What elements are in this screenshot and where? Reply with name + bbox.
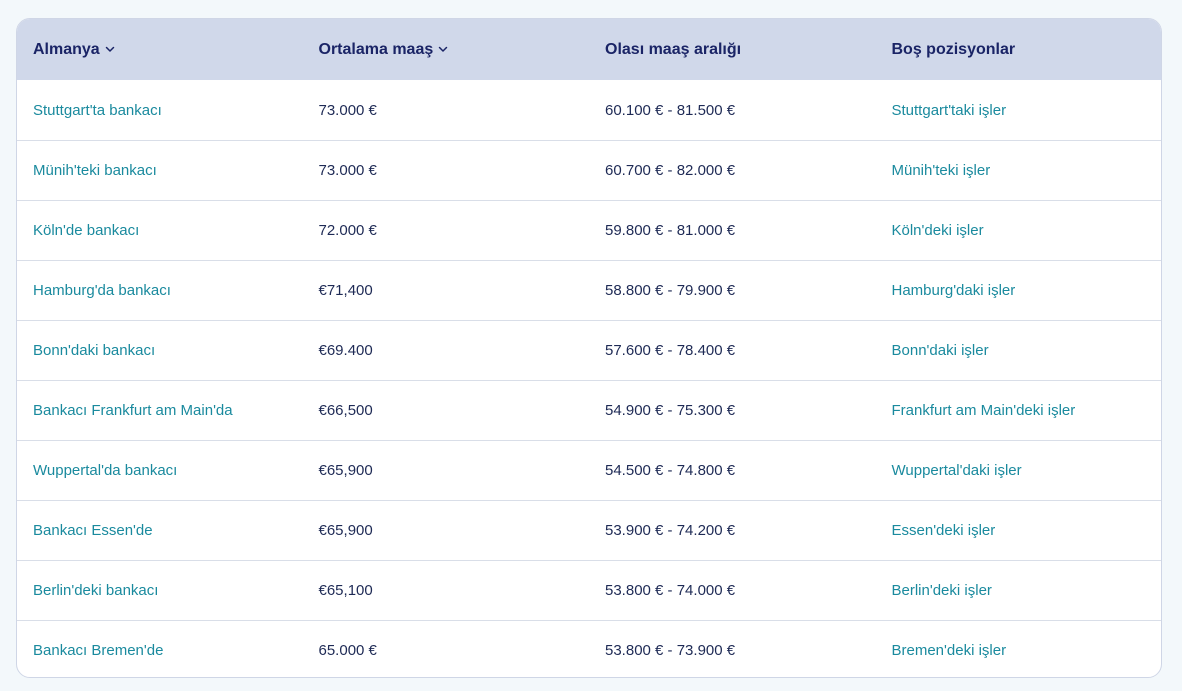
average-salary: 65.000 €: [318, 642, 377, 659]
salary-range: 53.800 € - 74.000 €: [605, 582, 736, 599]
average-salary: 73.000 €: [318, 162, 377, 179]
salary-range: 60.700 € - 82.000 €: [605, 162, 736, 179]
average-salary: €69.400: [318, 342, 373, 359]
header-salary-range: Olası maaş aralığı: [589, 19, 876, 80]
average-salary: €71,400: [318, 282, 373, 299]
table-row: Stuttgart'ta bankacı 73.000 € 60.100 € - 8…: [17, 80, 1161, 140]
salary-range: 54.900 € - 75.300 €: [605, 402, 736, 419]
vacancies-link[interactable]: Köln'deki işler: [876, 201, 1162, 260]
table-row: Köln'de bankacı 72.000 € 59.800 € - 81.000…: [17, 200, 1161, 260]
job-title-link[interactable]: Köln'de bankacı: [17, 201, 303, 260]
job-title-link[interactable]: Bankacı Bremen'de: [17, 621, 303, 677]
vacancies-link[interactable]: Wuppertal'daki işler: [876, 441, 1162, 500]
average-salary: €65,900: [318, 522, 373, 539]
job-title-link[interactable]: Stuttgart'ta bankacı: [17, 80, 303, 140]
salary-range: 59.800 € - 81.000 €: [605, 222, 736, 239]
vacancies-link[interactable]: Bonn'daki işler: [876, 321, 1162, 380]
job-title-link[interactable]: Bonn'daki bankacı: [17, 321, 303, 380]
average-salary: €65,900: [318, 462, 373, 479]
header-salary-range-label: Olası maaş aralığı: [605, 40, 742, 58]
vacancies-link[interactable]: Bremen'deki işler: [876, 621, 1162, 677]
chevron-down-icon: [105, 46, 114, 52]
header-vacancies-label: Boş pozisyonlar: [891, 40, 1016, 58]
average-salary: 73.000 €: [318, 101, 377, 119]
vacancies-link[interactable]: Münih'teki işler: [876, 141, 1162, 200]
chevron-down-icon: [438, 46, 448, 52]
job-title-link[interactable]: Bankacı Essen'de: [17, 501, 303, 560]
table-row: Berlin'deki bankacı €65,100 53.800 € - 74.…: [17, 560, 1161, 620]
table-row: Wuppertal'da bankacı €65,900 54.500 € - 74…: [17, 440, 1161, 500]
table-body: Stuttgart'ta bankacı 73.000 € 60.100 € - 8…: [17, 80, 1162, 677]
vacancies-link[interactable]: Stuttgart'taki işler: [876, 80, 1162, 140]
average-salary: €65,100: [318, 582, 373, 599]
job-title-link[interactable]: Berlin'deki bankacı: [17, 561, 303, 620]
table-row: Bankacı Essen'de €65,900 53.900 € - 74.200…: [17, 500, 1161, 560]
salary-range: 58.800 € - 79.900 €: [605, 282, 736, 299]
salary-range: 54.500 € - 74.800 €: [605, 462, 736, 479]
salary-range: 57.600 € - 78.400 €: [605, 342, 736, 359]
table-row: Münih'teki bankacı 73.000 € 60.700 € - 82.…: [17, 140, 1161, 200]
salary-range: 60.100 € - 81.500 €: [605, 101, 736, 119]
header-average-salary-label: Ortalama maaş: [318, 40, 434, 58]
average-salary: 72.000 €: [318, 222, 377, 239]
table-row: Bankacı Frankfurt am Main'da €66,500 54.90…: [17, 380, 1161, 440]
table-row: Bankacı Bremen'de 65.000 € 53.800 € - 73.9…: [17, 620, 1162, 677]
average-salary: €66,500: [318, 402, 373, 419]
header-average-salary[interactable]: Ortalama maaş: [303, 19, 590, 80]
job-title-link[interactable]: Münih'teki bankacı: [17, 141, 303, 200]
job-title-link[interactable]: Hamburg'da bankacı: [17, 261, 303, 320]
header-country[interactable]: Almanya: [17, 19, 303, 80]
table-header: Almanya Ortalama maaş Olası maaş aralığı…: [17, 19, 1161, 80]
job-title-link[interactable]: Wuppertal'da bankacı: [17, 441, 303, 500]
salary-range: 53.900 € - 74.200 €: [605, 522, 736, 539]
vacancies-link[interactable]: Essen'deki işler: [876, 501, 1162, 560]
salary-table: Almanya Ortalama maaş Olası maaş aralığı…: [16, 18, 1162, 678]
table-row: Hamburg'da bankacı €71,400 58.800 € - 79.9…: [17, 260, 1161, 320]
header-vacancies: Boş pozisyonlar: [876, 19, 1162, 80]
salary-range: 53.800 € - 73.900 €: [605, 642, 736, 659]
vacancies-link[interactable]: Hamburg'daki işler: [876, 261, 1162, 320]
header-country-label: Almanya: [33, 40, 100, 58]
table-row: Bonn'daki bankacı €69.400 57.600 € - 78.40…: [17, 320, 1161, 380]
job-title-link[interactable]: Bankacı Frankfurt am Main'da: [17, 381, 303, 440]
vacancies-link[interactable]: Berlin'deki işler: [876, 561, 1162, 620]
vacancies-link[interactable]: Frankfurt am Main'deki işler: [876, 381, 1162, 440]
